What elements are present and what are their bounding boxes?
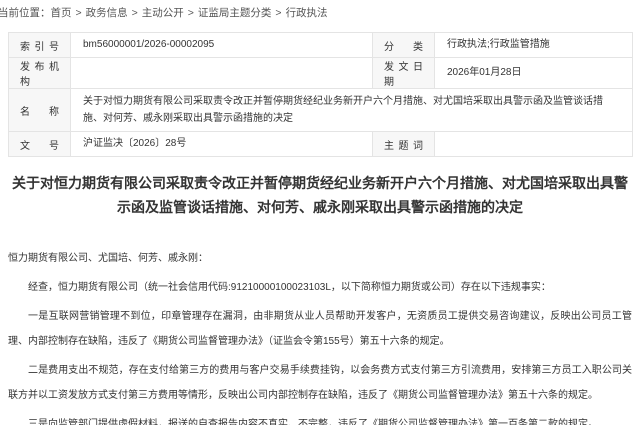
meta-value-doc-number: 沪证监决〔2026〕28号 — [71, 132, 373, 157]
meta-label-issuing-agency: 发布机构 — [9, 58, 71, 89]
meta-value-name: 关于对恒力期货有限公司采取责令改正并暂停期货经纪业务新开户六个月措施、对尤国培采… — [71, 89, 633, 132]
breadcrumb: 当前位置：首页>政务信息>主动公开>证监局主题分类>行政执法 — [0, 5, 640, 20]
meta-value-index-number: bm56000001/2026-00002095 — [71, 33, 373, 58]
meta-value-issuing-agency — [71, 58, 373, 89]
document-title: 关于对恒力期货有限公司采取责令改正并暂停期货经纪业务新开户六个月措施、对尤国培采… — [12, 171, 628, 219]
document-paragraph: 三是向监管部门提供虚假材料，报送的自查报告内容不真实、不完整，违反了《期货公司监… — [8, 412, 632, 425]
meta-row-agency-date: 发布机构 发文日期 2026年01月28日 — [9, 58, 633, 89]
meta-label-index-number: 索引号 — [9, 33, 71, 58]
breadcrumb-item-csrc-bureau-topics[interactable]: 证监局主题分类 — [198, 7, 272, 19]
breadcrumb-separator: > — [188, 7, 194, 19]
breadcrumb-item-gov-info[interactable]: 政务信息 — [86, 7, 128, 19]
breadcrumb-separator: > — [76, 7, 82, 19]
document-salutation: 恒力期货有限公司、尤国培、何芳、戚永刚： — [8, 246, 632, 271]
breadcrumb-item-home[interactable]: 首页 — [51, 7, 72, 19]
breadcrumb-item-enforcement[interactable]: 行政执法 — [286, 7, 328, 19]
document-body: 恒力期货有限公司、尤国培、何芳、戚永刚： 经查，恒力期货有限公司（统一社会信用代… — [8, 246, 632, 425]
breadcrumb-prefix: 当前位置： — [0, 7, 51, 19]
meta-label-subject-words: 主题词 — [373, 132, 435, 157]
breadcrumb-separator: > — [275, 7, 281, 19]
meta-value-category: 行政执法;行政监管措施 — [435, 33, 633, 58]
meta-label-category: 分类 — [373, 33, 435, 58]
meta-value-subject-words — [435, 132, 633, 157]
breadcrumb-separator: > — [132, 7, 138, 19]
meta-row-index-category: 索引号 bm56000001/2026-00002095 分类 行政执法;行政监… — [9, 33, 633, 58]
meta-value-issue-date: 2026年01月28日 — [435, 58, 633, 89]
page: 当前位置：首页>政务信息>主动公开>证监局主题分类>行政执法 索引号 bm560… — [0, 5, 640, 425]
meta-row-docnumber-subject: 文号 沪证监决〔2026〕28号 主题词 — [9, 132, 633, 157]
document-meta-table: 索引号 bm56000001/2026-00002095 分类 行政执法;行政监… — [8, 32, 633, 157]
meta-label-name: 名称 — [9, 89, 71, 132]
meta-row-name: 名称 关于对恒力期货有限公司采取责令改正并暂停期货经纪业务新开户六个月措施、对尤… — [9, 89, 633, 132]
document-paragraph: 经查，恒力期货有限公司（统一社会信用代码:91210000100023103L，… — [8, 275, 632, 300]
document-paragraph: 一是互联网营销管理不到位，印章管理存在漏洞，由非期货从业人员帮助开发客户，无资质… — [8, 304, 632, 354]
meta-label-doc-number: 文号 — [9, 132, 71, 157]
breadcrumb-item-proactive-disclosure[interactable]: 主动公开 — [142, 7, 184, 19]
meta-label-issue-date: 发文日期 — [373, 58, 435, 89]
document-paragraph: 二是费用支出不规范，存在支付给第三方的费用与客户交易手续费挂钩，以会务费方式支付… — [8, 358, 632, 408]
